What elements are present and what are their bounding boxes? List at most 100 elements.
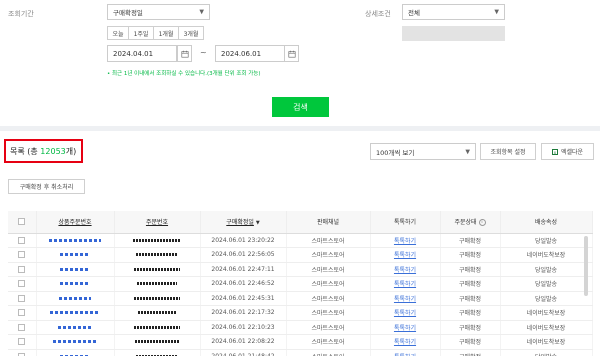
talk-link[interactable]: 톡톡하기 [394,267,416,274]
order-no-masked [135,340,179,344]
row-checkbox-cell [8,334,37,350]
product-order-no-masked[interactable] [59,296,91,300]
end-calendar-icon[interactable] [284,45,299,62]
product-order-no-cell[interactable] [36,276,115,292]
delivery-cell: 당일발송 [500,233,593,248]
date-type-select-value: 구매확정일 [113,9,143,17]
order-no-masked [134,267,180,271]
inquiry-hint: • 최근 1년 이내에서 조회하실 수 있습니다.(3개월 단위 조회 가능) [107,71,261,77]
confirm-date-cell: 2024.06.01 22:45:31 [200,291,287,306]
detail-condition-input-disabled [402,26,505,41]
row-checkbox-cell [8,291,37,306]
talk-link[interactable]: 톡톡하기 [394,296,416,303]
table-row[interactable]: 2024.06.01 23:20:22 스마트스토어 톡톡하기 구매확정 당일발송 [8,233,593,248]
product-order-no-masked[interactable] [60,253,90,257]
product-order-no-masked[interactable] [60,282,90,286]
chevron-down-icon: ▼ [465,148,470,155]
row-checkbox[interactable] [18,309,26,317]
product-order-no-cell[interactable] [36,349,115,356]
table-row[interactable]: 2024.06.01 22:17:32 스마트스토어 톡톡하기 구매확정 네이버도착보장 [8,305,593,321]
col-product-order-no-label: 상품주문번호 [58,219,92,227]
product-order-no-cell[interactable] [36,305,115,321]
order-no-masked [133,238,181,242]
list-title-suffix: 개) [65,147,77,156]
talk-cell: 톡톡하기 [370,291,441,306]
page-size-select[interactable]: 100개씩 보기 ▼ [370,143,476,160]
col-product-order-no[interactable]: 상품주문번호 [36,211,115,234]
chevron-down-icon: ▼ [199,8,204,16]
list-panel: 목록 (총 12053개) 100개씩 보기 ▼ 조회항목 설정 x 엑셀다운 … [0,131,600,356]
column-settings-button[interactable]: 조회항목 설정 [480,143,536,160]
row-checkbox-cell [8,247,37,263]
table-row[interactable]: 2024.06.01 22:46:52 스마트스토어 톡톡하기 구매확정 당일발송 [8,276,593,292]
talk-link[interactable]: 톡톡하기 [394,281,416,288]
row-checkbox[interactable] [18,294,26,302]
product-order-no-masked[interactable] [53,340,97,344]
excel-download-button[interactable]: x 엑셀다운 [541,143,594,160]
period-today-button[interactable]: 오늘 [107,26,129,40]
table-header-row: 상품주문번호 주문번호 구매확정일 ▼ 판매채널 톡톡하기 주문상태 i 배송속… [8,211,593,234]
product-order-no-cell[interactable] [36,233,115,248]
product-order-no-cell[interactable] [36,334,115,350]
table-row[interactable]: 2024.06.01 22:10:23 스마트스토어 톡톡하기 구매확정 네이버도착보장 [8,320,593,335]
talk-link[interactable]: 톡톡하기 [394,252,416,259]
col-confirm-date[interactable]: 구매확정일 ▼ [200,211,287,234]
talk-link[interactable]: 톡톡하기 [394,339,416,346]
product-order-no-cell[interactable] [36,291,115,306]
cancel-after-confirm-button[interactable]: 구매확정 후 취소처리 [8,179,85,194]
talk-cell: 톡톡하기 [370,262,441,277]
talk-link[interactable]: 톡톡하기 [394,310,416,317]
table-scrollbar[interactable] [584,236,588,296]
period-1month-button[interactable]: 1개월 [153,26,179,40]
talk-cell: 톡톡하기 [370,334,441,350]
search-panel: 조회기간 구매확정일 ▼ 오늘 1주일 1개월 3개월 2024.04.01 ~… [0,0,600,126]
detail-condition-select-value: 전체 [408,9,420,17]
confirm-date-cell: 2024.06.01 22:46:52 [200,276,287,292]
list-title-prefix: 목록 (총 [10,147,41,156]
row-checkbox[interactable] [18,280,26,288]
row-checkbox-cell [8,320,37,335]
date-type-select[interactable]: 구매확정일 ▼ [107,4,210,20]
col-order-no[interactable]: 주문번호 [114,211,201,234]
product-order-no-masked[interactable] [50,311,100,315]
product-order-no-masked[interactable] [58,325,92,329]
order-no-cell [114,233,201,248]
talk-link[interactable]: 톡톡하기 [394,325,416,332]
channel-cell: 스마트스토어 [286,262,371,277]
row-checkbox[interactable] [18,265,26,273]
channel-cell: 스마트스토어 [286,247,371,263]
product-order-no-masked[interactable] [60,267,90,271]
start-date-input[interactable]: 2024.04.01 [107,45,177,62]
row-checkbox[interactable] [18,251,26,259]
table-row[interactable]: 2024.06.01 22:56:05 스마트스토어 톡톡하기 구매확정 네이버도착보장 [8,247,593,263]
product-order-no-masked[interactable] [49,238,101,242]
confirm-date-cell: 2024.06.01 22:17:32 [200,305,287,321]
status-cell: 구매확정 [440,334,501,350]
col-status: 주문상태 i [440,211,501,234]
info-icon[interactable]: i [478,219,486,227]
period-3month-button[interactable]: 3개월 [178,26,204,40]
product-order-no-cell[interactable] [36,320,115,335]
col-order-no-label: 주문번호 [145,219,169,227]
talk-link[interactable]: 톡톡하기 [394,238,416,245]
row-checkbox[interactable] [18,323,26,331]
row-checkbox[interactable] [18,236,26,244]
product-order-no-cell[interactable] [36,262,115,277]
order-no-masked [134,296,180,300]
status-cell: 구매확정 [440,305,501,321]
table-row[interactable]: 2024.06.01 22:47:11 스마트스토어 톡톡하기 구매확정 당일발송 [8,262,593,277]
select-all-checkbox[interactable] [18,218,26,226]
row-checkbox[interactable] [18,338,26,346]
search-button[interactable]: 검색 [272,97,329,117]
channel-cell: 스마트스토어 [286,349,371,356]
table-row[interactable]: 2024.06.01 21:48:42스마트스토어톡톡하기구매확정당일발송 [8,349,593,356]
period-1week-button[interactable]: 1주일 [128,26,154,40]
product-order-no-cell[interactable] [36,247,115,263]
table-row[interactable]: 2024.06.01 22:08:22 스마트스토어 톡톡하기 구매확정 네이버도착보장 [8,334,593,350]
delivery-cell: 당일발송 [500,262,593,277]
end-date-input[interactable]: 2024.06.01 [215,45,285,62]
col-talk: 톡톡하기 [370,211,441,234]
start-calendar-icon[interactable] [177,45,192,62]
detail-condition-select[interactable]: 전체 ▼ [402,4,505,20]
table-row[interactable]: 2024.06.01 22:45:31 스마트스토어 톡톡하기 구매확정 당일발송 [8,291,593,306]
